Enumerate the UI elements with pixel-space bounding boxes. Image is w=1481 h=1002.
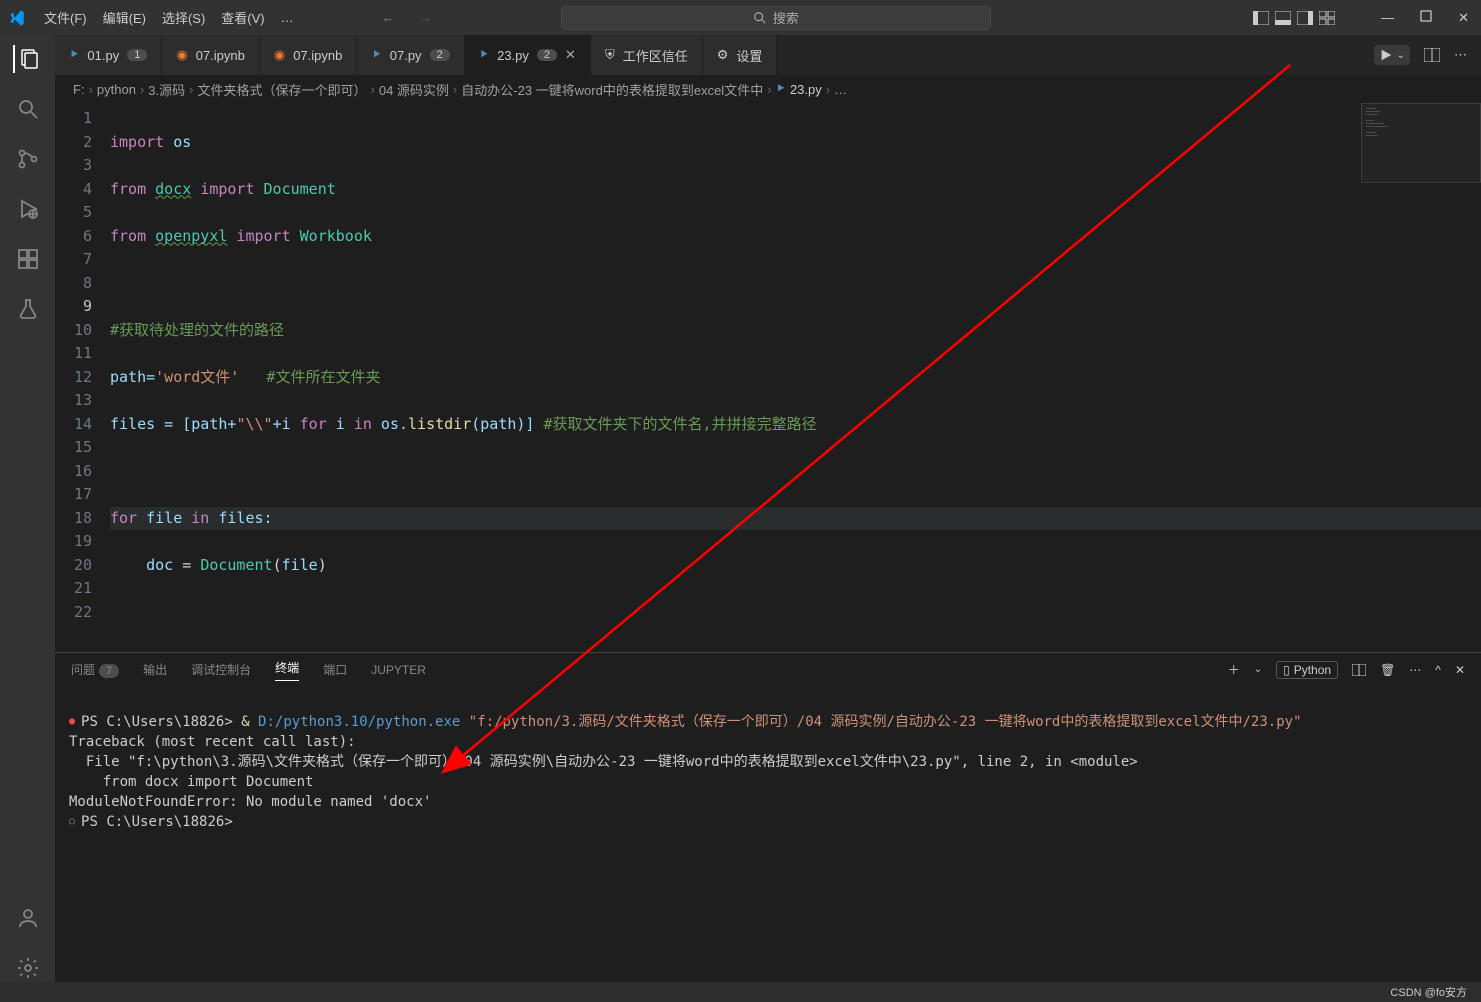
window-close-icon[interactable]: ✕: [1454, 6, 1473, 30]
tab-label: 01.py: [87, 48, 119, 63]
tab-label: 23.py: [497, 48, 529, 63]
panel-tab-ports[interactable]: 端口: [323, 661, 347, 678]
run-button[interactable]: ⌄: [1374, 45, 1410, 65]
test-icon[interactable]: [14, 295, 42, 323]
menu-file[interactable]: 文件(F): [36, 4, 95, 31]
more-icon[interactable]: ⋯: [1409, 663, 1421, 677]
editor-tabs: ⯈01.py1 ◉07.ipynb ◉07.ipynb ⯈07.py2 ⯈23.…: [55, 35, 1481, 75]
search-icon[interactable]: [14, 95, 42, 123]
vscode-icon: [8, 9, 26, 27]
close-icon[interactable]: ✕: [565, 47, 576, 63]
settings-icon[interactable]: [14, 954, 42, 982]
tab-label: 07.ipynb: [293, 48, 342, 63]
code-content[interactable]: import os from docx import Document from…: [110, 103, 1481, 652]
minimap[interactable]: ▬▬▬▬▬▬▬▬▬▬▬▬▬▬▬▬▬▬▬▬▬▬▬▬▬▬▬▬▬▬▬▬▬▬▬▬▬▬▬▬…: [1361, 103, 1481, 183]
tab-label: 07.py: [390, 48, 422, 63]
panel-tab-debug[interactable]: 调试控制台: [191, 661, 251, 678]
panel-tab-output[interactable]: 输出: [143, 661, 167, 678]
extensions-icon[interactable]: [14, 245, 42, 273]
layout-left-icon[interactable]: [1253, 11, 1269, 25]
layout-right-icon[interactable]: [1297, 11, 1313, 25]
menu-more[interactable]: …: [273, 6, 302, 29]
tab-07ipynb-1[interactable]: ◉07.ipynb: [162, 35, 260, 75]
shield-icon: ⛨: [605, 47, 615, 63]
breadcrumbs[interactable]: F:› python› 3.源码› 文件夹格式（保存一个即可）› 04 源码实例…: [55, 75, 1481, 103]
title-bar: 文件(F) 编辑(E) 选择(S) 查看(V) … ← → 搜索 — ✕: [0, 0, 1481, 35]
layout-grid-icon[interactable]: [1319, 11, 1335, 25]
search-placeholder: 搜索: [773, 8, 799, 27]
source-control-icon[interactable]: [14, 145, 42, 173]
window-maximize-icon[interactable]: [1416, 6, 1436, 29]
account-icon[interactable]: [14, 904, 42, 932]
window-minimize-icon[interactable]: —: [1377, 6, 1398, 29]
search-box[interactable]: 搜索: [561, 6, 991, 30]
error-dot-icon: ●: [69, 716, 75, 727]
terminal-name-badge[interactable]: ▯Python: [1276, 661, 1338, 679]
more-icon[interactable]: ⋯: [1454, 47, 1467, 63]
maximize-panel-icon[interactable]: ^: [1435, 663, 1441, 677]
terminal-dropdown-icon[interactable]: ⌄: [1254, 664, 1262, 675]
layout-bottom-icon[interactable]: [1275, 11, 1291, 25]
status-bar: CSDN @fo安方: [0, 982, 1481, 1002]
menu-view[interactable]: 查看(V): [213, 4, 272, 31]
menu-edit[interactable]: 编辑(E): [95, 4, 154, 31]
tab-label: 工作区信任: [623, 46, 688, 65]
line-gutter: 12345 678910 1112131415 1617181920 2122: [55, 103, 110, 652]
chevron-down-icon[interactable]: ⌄: [1397, 50, 1405, 61]
gear-icon: ⚙: [717, 47, 729, 63]
tab-workspace-trust[interactable]: ⛨ 工作区信任: [591, 35, 703, 75]
tab-label: 07.ipynb: [196, 48, 245, 63]
debug-icon[interactable]: [14, 195, 42, 223]
prompt-dot-icon: ○: [69, 816, 75, 827]
code-editor[interactable]: 12345 678910 1112131415 1617181920 2122 …: [55, 103, 1481, 652]
nav-back-icon[interactable]: ←: [382, 10, 395, 25]
tab-01py[interactable]: ⯈01.py1: [55, 35, 162, 75]
close-panel-icon[interactable]: ✕: [1455, 663, 1465, 677]
new-terminal-icon[interactable]: ＋: [1228, 661, 1240, 678]
panel-tab-problems[interactable]: 问题7: [71, 661, 119, 678]
menu-select[interactable]: 选择(S): [154, 4, 213, 31]
nav-forward-icon[interactable]: →: [419, 10, 432, 25]
search-icon: [753, 11, 767, 25]
split-editor-icon[interactable]: [1424, 48, 1440, 62]
tab-23py[interactable]: ⯈23.py2✕: [465, 35, 591, 75]
tab-07py[interactable]: ⯈07.py2: [357, 35, 464, 75]
watermark: CSDN @fo安方: [1390, 984, 1467, 1000]
activity-bar: [0, 35, 55, 982]
terminal-output[interactable]: ●PS C:\Users\18826> & D:/python3.10/pyth…: [55, 686, 1481, 982]
tab-07ipynb-2[interactable]: ◉07.ipynb: [260, 35, 358, 75]
split-terminal-icon[interactable]: [1352, 664, 1366, 676]
tab-label: 设置: [736, 46, 762, 65]
trash-icon[interactable]: 🗑: [1380, 663, 1395, 677]
bottom-panel: 问题7 输出 调试控制台 终端 端口 JUPYTER ＋ ⌄ ▯Python 🗑…: [55, 652, 1481, 982]
panel-tab-terminal[interactable]: 终端: [275, 659, 299, 681]
panel-tab-jupyter[interactable]: JUPYTER: [371, 663, 426, 677]
explorer-icon[interactable]: [13, 45, 41, 73]
tab-settings[interactable]: ⚙ 设置: [703, 35, 778, 75]
